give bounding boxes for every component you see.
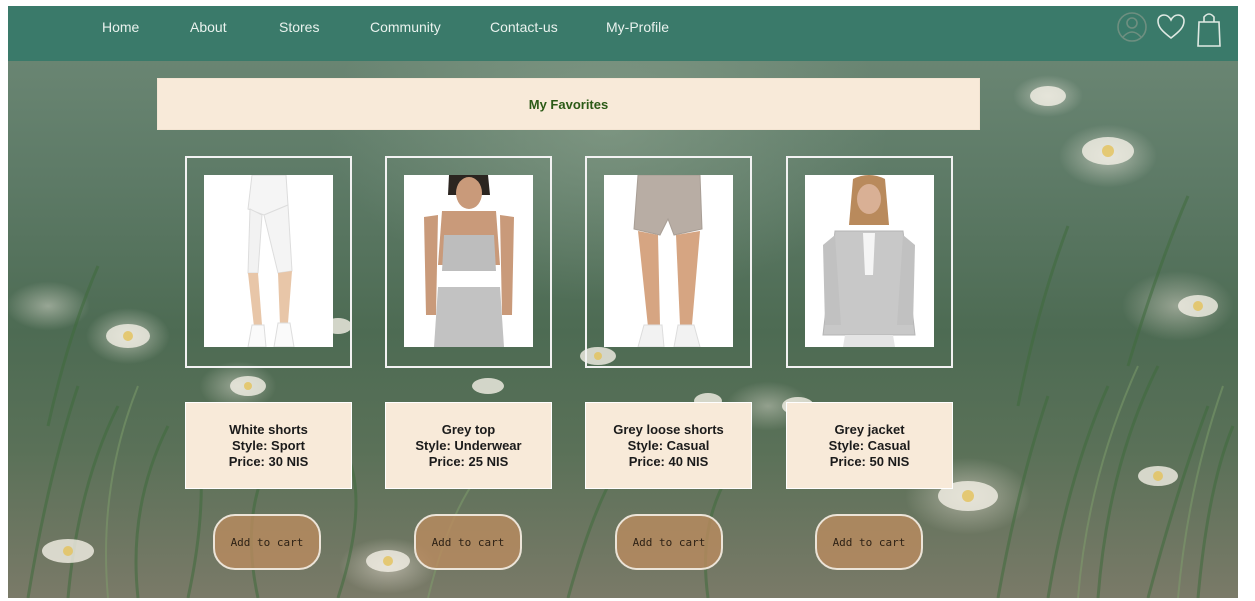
product-image-frame[interactable]	[585, 156, 752, 368]
product-name: Grey top	[441, 421, 496, 437]
product-info-card: Grey loose shorts Style: Casual Price: 4…	[585, 402, 752, 489]
product-image-frame[interactable]	[385, 156, 552, 368]
product-info-card: White shorts Style: Sport Price: 30 NIS	[185, 402, 352, 489]
product-price: Price: 50 NIS	[829, 453, 910, 469]
product-style: Style: Underwear	[415, 437, 522, 453]
product-price: Price: 25 NIS	[428, 453, 509, 469]
page-background: Home About Stores Community Contact-us M…	[8, 6, 1238, 598]
product-name: White shorts	[229, 421, 308, 437]
product-price: Price: 40 NIS	[628, 453, 709, 469]
product-name: Grey jacket	[834, 421, 905, 437]
product-image-frame[interactable]	[185, 156, 352, 368]
add-to-cart-button[interactable]: Add to cart	[815, 514, 923, 570]
product-info-card: Grey jacket Style: Casual Price: 50 NIS	[786, 402, 953, 489]
grey-top-photo	[404, 175, 533, 347]
grey-jacket-photo	[805, 175, 934, 347]
nav-stores[interactable]: Stores	[279, 19, 319, 35]
product-image-frame[interactable]	[786, 156, 953, 368]
nav-community[interactable]: Community	[370, 19, 441, 35]
product-style: Style: Casual	[627, 437, 710, 453]
add-to-cart-button[interactable]: Add to cart	[615, 514, 723, 570]
product-info-card: Grey top Style: Underwear Price: 25 NIS	[385, 402, 552, 489]
nav-about[interactable]: About	[190, 19, 227, 35]
product-style: Style: Casual	[828, 437, 911, 453]
page-title: My Favorites	[528, 96, 609, 112]
user-icon[interactable]	[1116, 10, 1148, 48]
white-shorts-photo	[204, 175, 333, 347]
product-style: Style: Sport	[232, 437, 305, 453]
heart-icon[interactable]	[1154, 10, 1188, 48]
nav-icon-group	[1116, 10, 1224, 48]
product-price: Price: 30 NIS	[228, 453, 309, 469]
nav-contact-us[interactable]: Contact-us	[490, 19, 558, 35]
add-to-cart-button[interactable]: Add to cart	[414, 514, 522, 570]
nav-home[interactable]: Home	[102, 19, 139, 35]
favorites-title-banner: My Favorites	[157, 78, 980, 130]
nav-my-profile[interactable]: My-Profile	[606, 19, 669, 35]
top-navbar: Home About Stores Community Contact-us M…	[8, 6, 1238, 61]
shopping-bag-icon[interactable]	[1194, 10, 1224, 48]
product-name: Grey loose shorts	[613, 421, 724, 437]
grey-loose-shorts-photo	[604, 175, 733, 347]
add-to-cart-button[interactable]: Add to cart	[213, 514, 321, 570]
